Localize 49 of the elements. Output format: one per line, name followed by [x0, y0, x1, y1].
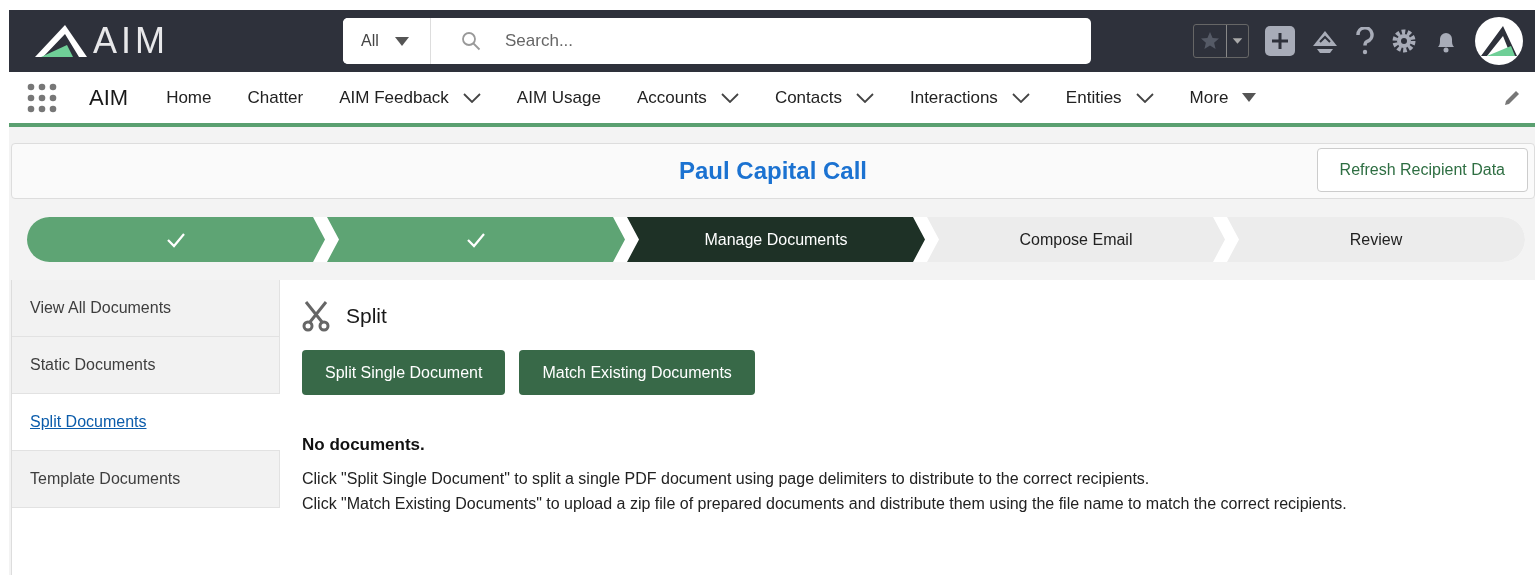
- chevron-down-icon: [855, 92, 874, 103]
- refresh-button[interactable]: Refresh Recipient Data: [1316, 148, 1528, 192]
- path-step[interactable]: Manage Documents: [627, 217, 925, 262]
- nav-tab[interactable]: Interactions: [909, 87, 1030, 108]
- chevron-down-icon: [1135, 92, 1154, 103]
- path-step[interactable]: Compose Email: [927, 217, 1225, 262]
- nav-tab[interactable]: Entities: [1065, 87, 1154, 108]
- settings-icon[interactable]: [1391, 28, 1417, 54]
- caret-down-icon: [1242, 93, 1257, 102]
- logo-icon: [35, 25, 87, 57]
- logo-icon: [1481, 26, 1517, 56]
- action-button[interactable]: Split Single Document: [302, 350, 506, 395]
- sidebar-tab[interactable]: Template Documents: [12, 451, 280, 508]
- nav-tab[interactable]: Accounts: [636, 87, 739, 108]
- path-step[interactable]: [27, 217, 325, 262]
- nav-tab[interactable]: Contacts: [774, 87, 874, 108]
- nav-tab[interactable]: AIM Usage: [516, 87, 601, 108]
- page-title: Paul Capital Call: [678, 157, 868, 185]
- app-name: AIM: [89, 84, 129, 111]
- section-title: Split: [346, 304, 387, 328]
- help-icon[interactable]: [1355, 27, 1375, 55]
- search-field[interactable]: All Search...: [343, 18, 1091, 64]
- sidebar-tab[interactable]: Static Documents: [12, 337, 280, 394]
- search-scope-dropdown[interactable]: All: [343, 18, 431, 64]
- nav-tab[interactable]: AIM Feedback: [339, 87, 481, 108]
- action-button[interactable]: Match Existing Documents: [519, 350, 755, 395]
- logo-text: AIM: [93, 20, 169, 62]
- nav-tab[interactable]: Home: [166, 87, 212, 108]
- help-text: Click "Split Single Document" to split a single PDF document using page delimiters to distribute to the correct recipients.: [302, 469, 1151, 489]
- plus-icon[interactable]: [1265, 26, 1295, 56]
- path-step[interactable]: [327, 217, 625, 262]
- chevron-down-icon: [462, 92, 481, 103]
- nav-tab[interactable]: More: [1189, 87, 1257, 108]
- favorites-button[interactable]: [1193, 24, 1249, 58]
- chevron-down-icon: [1011, 92, 1030, 103]
- help-text: Click "Match Existing Documents" to upload a zip file of prepared documents and distribute them using the file name to match the correct recipients.: [302, 494, 1348, 514]
- check-icon: [466, 231, 486, 248]
- empty-title: No documents.: [302, 435, 426, 455]
- user-avatar[interactable]: [1475, 17, 1523, 65]
- nav-tab[interactable]: Chatter: [247, 87, 304, 108]
- pencil-icon[interactable]: [1503, 88, 1521, 107]
- path-step[interactable]: Review: [1227, 217, 1525, 262]
- app-launcher-icon[interactable]: [27, 82, 57, 113]
- sidebar-tab[interactable]: View All Documents: [12, 280, 280, 337]
- search-icon: [461, 31, 481, 51]
- chevron-down-icon: [720, 92, 739, 103]
- scissors-icon: [302, 300, 330, 332]
- check-icon: [166, 231, 186, 248]
- caret-down-icon: [394, 36, 409, 46]
